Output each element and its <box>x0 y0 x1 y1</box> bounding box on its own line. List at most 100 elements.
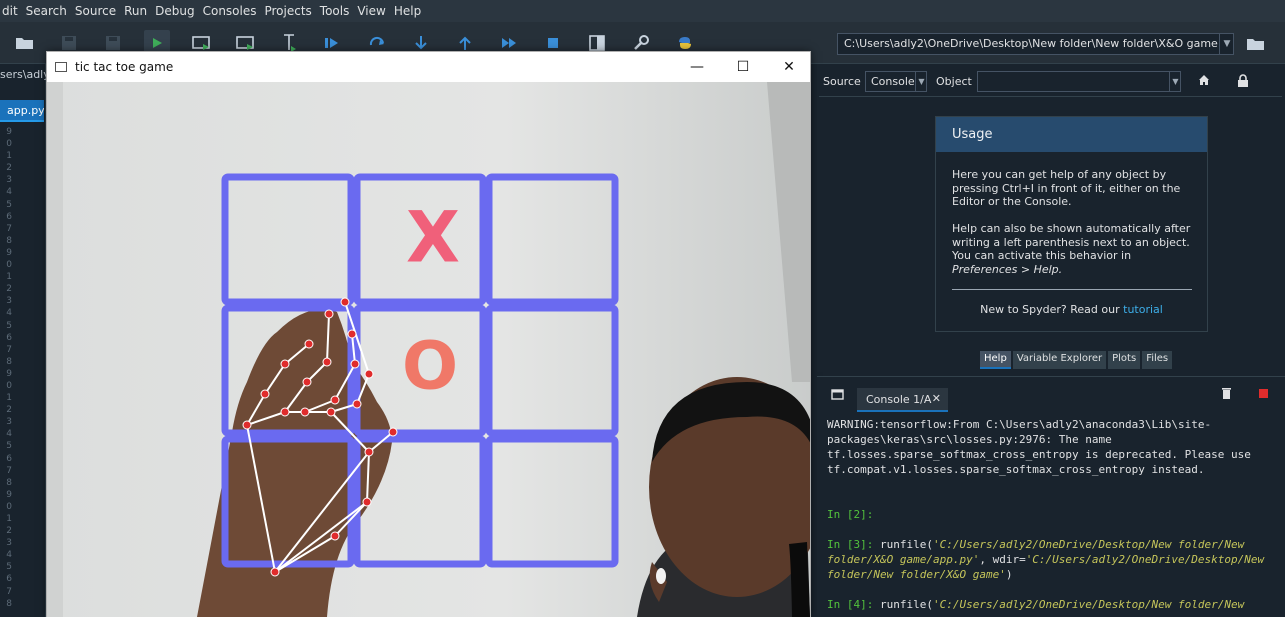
console-output[interactable]: WARNING:tensorflow:From C:\Users\adly2\a… <box>827 417 1277 612</box>
line-number: 0 <box>6 380 12 391</box>
editor-tab-app-py[interactable]: app.py <box>0 100 44 122</box>
help-toolbar: Source Console ▼ Object ▼ <box>817 70 1285 92</box>
tutorial-link[interactable]: tutorial <box>1123 303 1163 316</box>
menu-run[interactable]: Run <box>120 4 151 18</box>
landmark-point <box>280 359 290 369</box>
usage-paragraph-1: Here you can get help of any object by p… <box>952 168 1181 208</box>
line-number: 9 <box>6 368 12 379</box>
clear-console-icon[interactable] <box>1221 387 1232 404</box>
landmark-point <box>340 297 350 307</box>
cmd-fn: runfile( <box>879 538 933 551</box>
line-number: 3 <box>6 175 12 186</box>
minimize-button[interactable]: — <box>674 52 720 82</box>
earbud <box>656 568 666 584</box>
menu-projects[interactable]: Projects <box>260 4 315 18</box>
line-number: 5 <box>6 199 12 210</box>
chevron-down-icon[interactable]: ▼ <box>1219 33 1234 55</box>
new-console-icon[interactable] <box>831 389 844 403</box>
line-number: 7 <box>6 586 12 597</box>
line-number: 3 <box>6 417 12 428</box>
line-number: 1 <box>6 151 12 162</box>
line-number: 0 <box>6 260 12 271</box>
tab-plots[interactable]: Plots <box>1108 351 1141 369</box>
usage-title: Usage <box>936 117 1207 152</box>
console-command-3-cont: folder/New folder/X&O game') <box>827 567 1277 582</box>
landmark-point <box>242 420 252 430</box>
close-button[interactable]: ✕ <box>766 52 812 82</box>
window-app-icon <box>55 62 67 72</box>
stop-kernel-icon[interactable] <box>1259 387 1268 402</box>
line-number: 2 <box>6 405 12 416</box>
line-number: 0 <box>6 139 12 150</box>
console-line: tf.compat.v1.losses.sparse_softmax_cross… <box>827 463 1205 476</box>
browse-folder-icon[interactable] <box>1243 32 1269 56</box>
usage-footer: New to Spyder? Read our tutorial <box>936 303 1207 316</box>
line-number: 6 <box>6 453 12 464</box>
prompt-4: In [4]: <box>827 598 880 611</box>
console-command-3-cont: folder/X&O game/app.py', wdir='C:/Users/… <box>827 552 1277 567</box>
menu-debug[interactable]: Debug <box>151 4 198 18</box>
cmd-end: ) <box>1005 568 1013 581</box>
landmark-point <box>347 329 357 339</box>
tab-files[interactable]: Files <box>1142 351 1173 369</box>
console-line: tf.losses.sparse_softmax_cross_entropy i… <box>827 448 1251 461</box>
console-line: packages\keras\src\losses.py:2976: The n… <box>827 433 1112 446</box>
game-titlebar[interactable]: tic tac toe game — ☐ ✕ <box>47 52 810 82</box>
usage-paragraph-2-text: Help can also be shown automatically aft… <box>952 222 1191 262</box>
line-number: 5 <box>6 320 12 331</box>
landmark-point <box>330 531 340 541</box>
line-number: 9 <box>6 489 12 500</box>
spyder-ide: dit Search Source Run Debug Consoles Pro… <box>0 0 1285 617</box>
menu-edit[interactable]: dit <box>0 4 22 18</box>
line-number: 8 <box>6 477 12 488</box>
game-window-title: tic tac toe game <box>75 60 174 74</box>
cmd-string: 'C:/Users/adly2/OneDrive/Desktop/New <box>1025 553 1265 566</box>
line-number: 8 <box>6 356 12 367</box>
source-label: Source <box>823 75 861 88</box>
landmark-point <box>324 309 334 319</box>
menu-consoles[interactable]: Consoles <box>199 4 261 18</box>
landmark-point <box>270 567 280 577</box>
webcam-canvas[interactable]: XO <box>47 82 810 617</box>
tab-help[interactable]: Help <box>980 351 1011 369</box>
menu-help[interactable]: Help <box>390 4 425 18</box>
line-number: 3 <box>6 538 12 549</box>
landmark-point <box>388 427 398 437</box>
console-tabbar: Console 1/A ✕ <box>817 377 1285 413</box>
console-command-4: In [4]: runfile('C:/Users/adly2/OneDrive… <box>827 597 1277 612</box>
working-directory-input[interactable]: C:\Users\adly2\OneDrive\Desktop\New fold… <box>837 33 1234 55</box>
line-number: 9 <box>6 127 12 137</box>
menu-view[interactable]: View <box>353 4 389 18</box>
pane-tabs: Help Variable Explorer Plots Files <box>980 351 1173 371</box>
chevron-down-icon[interactable]: ▼ <box>1169 71 1181 92</box>
line-number: 7 <box>6 223 12 234</box>
line-number: 4 <box>6 550 12 561</box>
lock-icon[interactable] <box>1237 74 1249 90</box>
help-content: Usage Here you can get help of any objec… <box>819 96 1282 348</box>
console-command-3: In [3]: runfile('C:/Users/adly2/OneDrive… <box>827 537 1277 552</box>
usage-card: Usage Here you can get help of any objec… <box>935 116 1208 332</box>
cmd-fn: runfile( <box>879 598 933 611</box>
tab-variable-explorer[interactable]: Variable Explorer <box>1012 351 1107 369</box>
line-number: 5 <box>6 562 12 573</box>
cmd-string: 'C:/Users/adly2/OneDrive/Desktop/New fol… <box>932 538 1245 551</box>
wall-shadow <box>47 82 63 617</box>
landmark-point <box>364 369 374 379</box>
line-number: 0 <box>6 501 12 512</box>
menu-search[interactable]: Search <box>22 4 71 18</box>
object-input[interactable] <box>977 71 1181 92</box>
home-icon[interactable] <box>1198 74 1210 89</box>
line-number: 9 <box>6 247 12 258</box>
maximize-button[interactable]: ☐ <box>720 52 766 82</box>
menu-tools[interactable]: Tools <box>316 4 354 18</box>
cmd-string: folder/New folder/X&O game' <box>827 568 1006 581</box>
cmd-arg: , wdir= <box>979 553 1026 566</box>
cmd-string: 'C:/Users/adly2/OneDrive/Desktop/New fol… <box>932 598 1245 611</box>
line-number: 4 <box>6 187 12 198</box>
console-tab[interactable]: Console 1/A ✕ <box>857 388 948 412</box>
open-file-icon[interactable] <box>12 30 38 56</box>
prompt-2: In [2]: <box>827 508 874 521</box>
menu-source[interactable]: Source <box>71 4 120 18</box>
chevron-down-icon[interactable]: ▼ <box>915 71 927 92</box>
close-icon[interactable]: ✕ <box>932 392 941 405</box>
